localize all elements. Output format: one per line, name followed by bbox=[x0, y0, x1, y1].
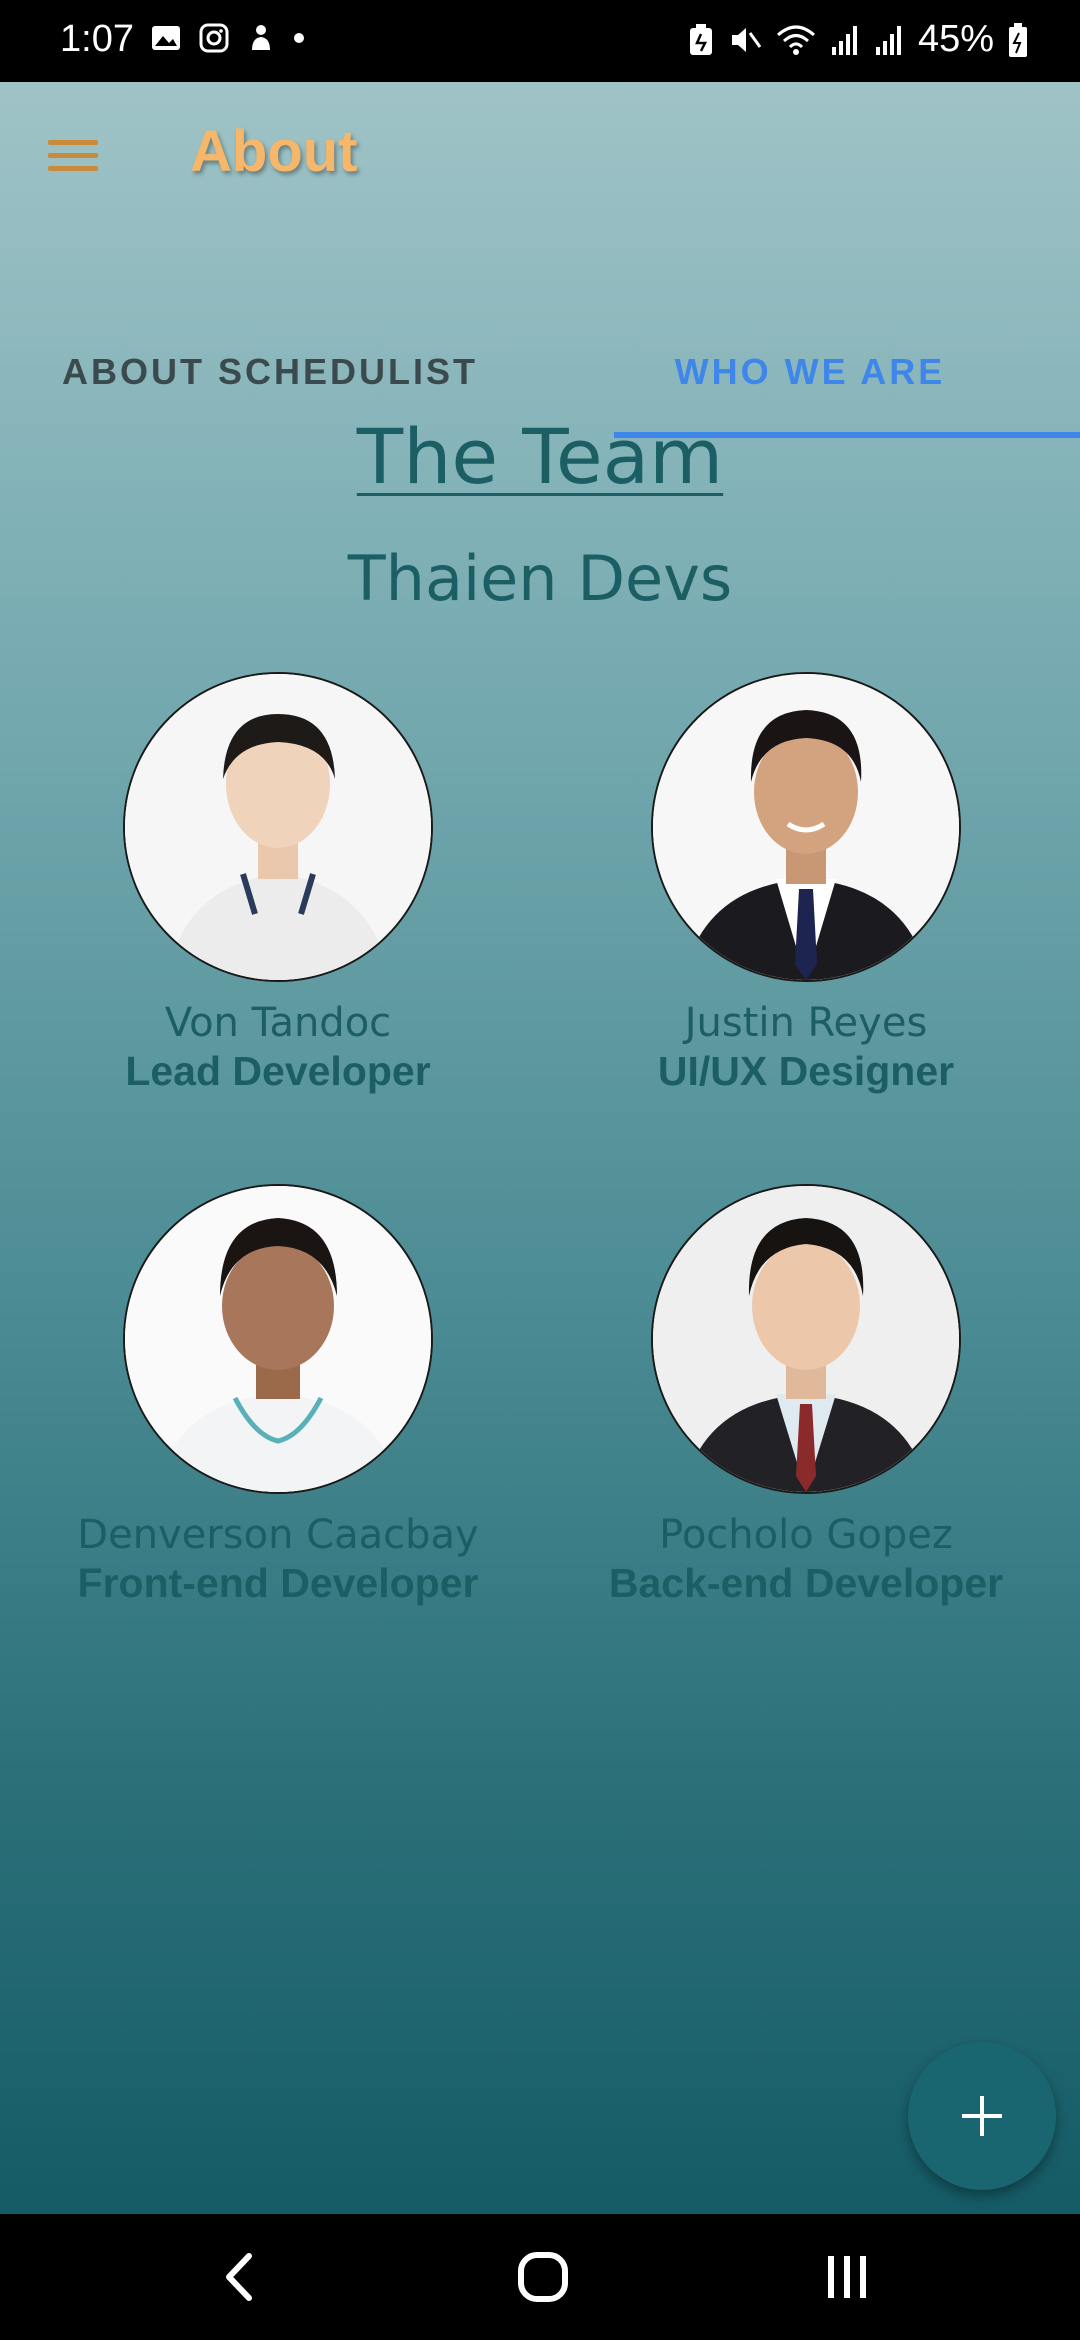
toolbar: About bbox=[0, 82, 1080, 232]
member-photo bbox=[653, 1186, 959, 1492]
wifi-icon bbox=[776, 25, 815, 55]
member-photo bbox=[125, 1186, 431, 1492]
status-bar: 1:07 45% bbox=[0, 0, 1080, 82]
status-left-icons bbox=[150, 22, 306, 54]
mute-icon bbox=[731, 27, 762, 52]
page-title: About bbox=[190, 119, 358, 184]
back-icon[interactable] bbox=[205, 2242, 275, 2312]
member-name: Von Tandoc bbox=[164, 1000, 392, 1046]
notification-icon bbox=[252, 25, 270, 50]
avatar bbox=[651, 1184, 961, 1494]
section-title: The Team bbox=[356, 412, 724, 501]
add-button[interactable] bbox=[908, 2042, 1056, 2190]
member-role: UI/UX Designer bbox=[657, 1048, 955, 1094]
member-photo bbox=[653, 674, 959, 980]
avatar bbox=[123, 672, 433, 982]
status-right-icons: 45% bbox=[688, 18, 1028, 61]
battery-percentage: 45% bbox=[917, 18, 994, 60]
battery-saver-icon bbox=[689, 23, 712, 55]
member-name: Denverson Caacbay bbox=[77, 1512, 479, 1558]
hamburger-menu-icon[interactable] bbox=[42, 132, 104, 184]
recents-icon[interactable] bbox=[812, 2242, 882, 2312]
avatar bbox=[123, 1184, 433, 1494]
app-screen: About ABOUT SCHEDULIST WHO WE ARE The Te… bbox=[0, 82, 1080, 2214]
section-subtitle: Thaien Devs bbox=[347, 542, 733, 615]
battery-icon bbox=[1009, 22, 1027, 57]
team-member-card: Denverson Caacbay Front-end Developer bbox=[8, 1184, 548, 1607]
avatar bbox=[651, 672, 961, 982]
signal-icon bbox=[875, 25, 901, 55]
system-nav-bar bbox=[0, 2214, 1080, 2340]
home-icon[interactable] bbox=[508, 2242, 578, 2312]
gallery-icon bbox=[152, 26, 180, 50]
dot-icon bbox=[294, 33, 304, 43]
member-name: Justin Reyes bbox=[684, 1000, 928, 1046]
signal-icon bbox=[831, 25, 857, 55]
member-role: Front-end Developer bbox=[77, 1560, 479, 1606]
instagram-icon bbox=[199, 23, 229, 53]
team-member-card: Justin Reyes UI/UX Designer bbox=[536, 672, 1076, 1095]
member-name: Pocholo Gopez bbox=[659, 1512, 953, 1558]
member-role: Lead Developer bbox=[125, 1048, 431, 1094]
team-member-card: Pocholo Gopez Back-end Developer bbox=[536, 1184, 1076, 1607]
status-time: 1:07 bbox=[60, 18, 134, 60]
member-role: Back-end Developer bbox=[608, 1560, 1004, 1606]
team-member-card: Von Tandoc Lead Developer bbox=[8, 672, 548, 1095]
member-photo bbox=[125, 674, 431, 980]
